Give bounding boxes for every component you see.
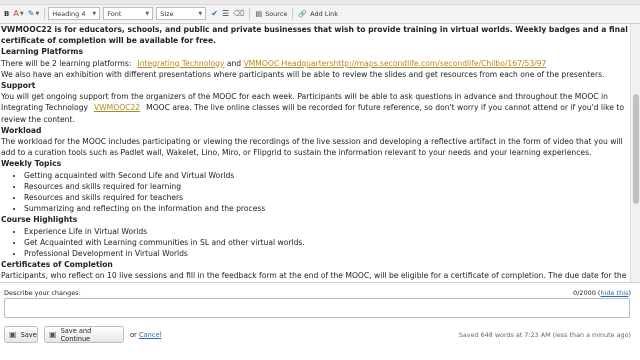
- bold-icon: B: [4, 9, 10, 18]
- text-color-button[interactable]: A ▼: [11, 7, 25, 21]
- font-select[interactable]: Font ▼: [103, 7, 154, 20]
- weekly-topics-list: Getting acquainted with Second Life and …: [15, 170, 630, 215]
- size-select[interactable]: Size ▼: [156, 7, 207, 20]
- list-item: Summarizing and reflecting on the inform…: [24, 203, 630, 214]
- bold-button[interactable]: B: [2, 7, 11, 21]
- horizontal-rule-button[interactable]: ☰: [220, 7, 231, 21]
- toolbar-top-strip: [0, 0, 640, 5]
- workload-heading: Workload: [1, 125, 42, 135]
- list-item: Experience Life in Virtual Worlds: [24, 226, 630, 237]
- character-counter: 0/2000 (hide this): [572, 289, 631, 297]
- vwmooc22-link[interactable]: VWMOOC22: [94, 103, 140, 112]
- editor-scrollbar[interactable]: [630, 24, 640, 282]
- support-heading: Support: [1, 81, 36, 91]
- weekly-topics-heading: Weekly Topics: [1, 159, 62, 169]
- saved-status-text: Saved 648 words at 7:23 AM (less than a …: [458, 331, 631, 339]
- editor-divider: [0, 282, 640, 283]
- add-link-button[interactable]: 🔗 Add Link: [296, 7, 340, 21]
- source-icon: ▤: [255, 9, 263, 18]
- list-item: Professional Development in Virtual Worl…: [24, 248, 630, 259]
- text-color-icon: A: [13, 8, 19, 18]
- list-item: Getting acquainted with Second Life and …: [24, 170, 630, 181]
- describe-changes-input[interactable]: [4, 298, 630, 318]
- list-item: Resources and skills required for teache…: [24, 192, 630, 203]
- course-highlights-heading: Course Highlights: [1, 215, 78, 225]
- cancel-link[interactable]: Cancel: [139, 331, 161, 339]
- editor-toolbar: B A ▼ ✎ ▼ Heading 4 ▼ Font ▼ Size ▼ ✔ ☰ ⌫ ▤ S…: [0, 0, 640, 24]
- highlight-button[interactable]: ✎ ▼: [26, 7, 42, 21]
- eraser-icon: ⌫: [233, 8, 245, 18]
- chevron-down-icon: ▼: [92, 10, 97, 17]
- course-highlights-list: Experience Life in Virtual Worlds Get Ac…: [15, 226, 630, 260]
- certificates-paragraph: Participants, who reflect on 10 live ses…: [1, 271, 627, 281]
- save-button[interactable]: ▣ Save: [4, 326, 38, 343]
- vmmooc-headquarters-link[interactable]: VMMOOC Headquartershttp://maps.secondlif…: [244, 59, 547, 68]
- workload-paragraph: The workload for the MOOC includes parti…: [1, 137, 623, 158]
- link-icon: 🔗: [298, 9, 308, 18]
- integrating-technology-link[interactable]: Integrating Technology: [137, 59, 224, 68]
- chevron-down-icon: ▼: [198, 10, 203, 17]
- format-select[interactable]: Heading 4 ▼: [48, 7, 101, 20]
- spellcheck-icon: ✔: [211, 8, 218, 18]
- eraser-button[interactable]: ⌫: [231, 7, 246, 21]
- scrollbar-thumb[interactable]: [633, 94, 639, 204]
- hide-this-link[interactable]: hide this: [600, 289, 628, 297]
- support-paragraph: You will get ongoing support from the or…: [1, 92, 624, 124]
- source-button[interactable]: ▤ Source: [253, 7, 289, 21]
- horizontal-rule-icon: ☰: [221, 8, 230, 18]
- intro-paragraph: VWMOOC22 is for educators, schools, and …: [1, 25, 628, 46]
- save-and-continue-button[interactable]: ▣ Save and Continue: [44, 326, 124, 343]
- learning-platforms-heading: Learning Platforms: [1, 47, 83, 57]
- floppy-disk-icon: ▣: [9, 330, 17, 339]
- describe-changes-label: Describe your changes:: [4, 289, 81, 297]
- rich-text-editor[interactable]: VWMOOC22 is for educators, schools, and …: [0, 24, 630, 282]
- highlight-icon: ✎: [27, 8, 35, 18]
- list-item: Resources and skills required for learni…: [24, 181, 630, 192]
- certificates-heading: Certificates of Completion: [1, 260, 113, 270]
- floppy-disk-icon: ▣: [49, 330, 57, 339]
- or-label: or: [130, 331, 137, 339]
- list-item: Get Acquainted with Learning communities…: [24, 237, 630, 248]
- chevron-down-icon: ▼: [145, 10, 150, 17]
- spellcheck-button[interactable]: ✔: [209, 7, 220, 21]
- exhibition-paragraph: We also have an exhibition with differen…: [1, 69, 605, 79]
- platforms-paragraph: There will be 2 learning platforms: Integ…: [1, 58, 547, 68]
